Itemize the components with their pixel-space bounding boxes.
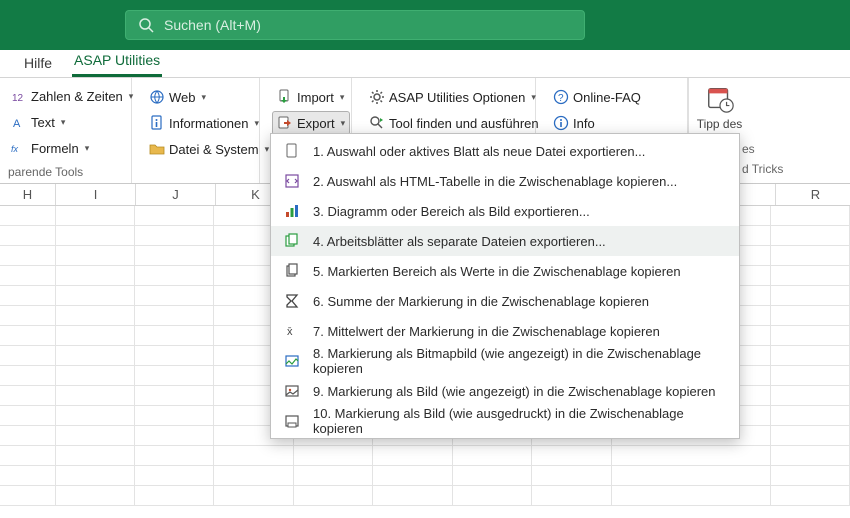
print-image-icon [283, 412, 301, 430]
globe-icon [149, 89, 165, 105]
folder-icon [149, 141, 165, 157]
menu-values-clipboard[interactable]: 5. Markierten Bereich als Werte in die Z… [271, 256, 739, 286]
calendar-clock-icon [705, 84, 735, 114]
menu-export-selection-newfile[interactable]: 1. Auswahl oder aktives Blatt als neue D… [271, 136, 739, 166]
svg-text:A: A [13, 118, 21, 130]
fx-icon: fx [11, 140, 27, 156]
search-placeholder: Suchen (Alt+M) [164, 17, 261, 33]
svg-text:fx: fx [11, 144, 19, 154]
import-icon [277, 89, 293, 105]
tab-asap-utilities[interactable]: ASAP Utilities [72, 48, 162, 77]
html-icon [283, 172, 301, 190]
chart-icon [283, 202, 301, 220]
menu-image-printed-clipboard[interactable]: 10. Markierung als Bild (wie ausgedruckt… [271, 406, 739, 436]
menu-html-table-clipboard[interactable]: 2. Auswahl als HTML-Tabelle in die Zwisc… [271, 166, 739, 196]
tab-strip: Hilfe ASAP Utilities [0, 50, 850, 78]
export-icon [277, 115, 293, 131]
import-button[interactable]: Import▾ [272, 85, 349, 109]
search-box[interactable]: Suchen (Alt+M) [125, 10, 585, 40]
col-J[interactable]: J [136, 184, 216, 205]
formulas-button[interactable]: fxFormeln▾ [6, 136, 94, 160]
gear-icon [369, 89, 385, 105]
menu-sheets-separate-files[interactable]: 4. Arbeitsblätter als separate Dateien e… [271, 226, 739, 256]
menu-image-displayed-clipboard[interactable]: 9. Markierung als Bild (wie angezeigt) i… [271, 376, 739, 406]
menu-average-clipboard[interactable]: x̄ 7. Mittelwert der Markierung in die Z… [271, 316, 739, 346]
online-faq-button[interactable]: ?Online-FAQ [548, 85, 646, 109]
find-tool-button[interactable]: Tool finden und ausführen [364, 111, 544, 135]
numbers-times-button[interactable]: 12Zahlen & Zeiten▾ [6, 85, 138, 109]
copy-icon [283, 262, 301, 280]
col-H[interactable]: H [0, 184, 56, 205]
export-dropdown-menu: 1. Auswahl oder aktives Blatt als neue D… [270, 133, 740, 439]
text-icon: A [11, 115, 27, 131]
group-label-sparing: parende Tools [2, 161, 121, 183]
menu-bitmap-clipboard[interactable]: 8. Markierung als Bitmapbild (wie angeze… [271, 346, 739, 376]
menu-chart-image-export[interactable]: 3. Diagramm oder Bereich als Bild export… [271, 196, 739, 226]
information-button[interactable]: Informationen▾ [144, 111, 264, 135]
ribbon: 12Zahlen & Zeiten▾ AText▾ fxFormeln▾ par… [0, 78, 850, 184]
sheets-icon [283, 232, 301, 250]
title-bar: Suchen (Alt+M) [0, 0, 850, 50]
file-system-button[interactable]: Datei & System▾ [144, 137, 274, 161]
svg-text:?: ? [558, 93, 564, 104]
svg-text:12: 12 [12, 93, 24, 104]
doc-icon [283, 142, 301, 160]
col-R[interactable]: R [776, 184, 850, 205]
question-icon: ? [553, 89, 569, 105]
asap-options-button[interactable]: ASAP Utilities Optionen▾ [364, 85, 541, 109]
col-I[interactable]: I [56, 184, 136, 205]
export-button[interactable]: Export▾ [272, 111, 350, 135]
average-icon: x̄ [283, 322, 301, 340]
sigma-icon [283, 292, 301, 310]
tab-help[interactable]: Hilfe [22, 51, 54, 77]
image-icon [283, 382, 301, 400]
svg-text:x̄: x̄ [287, 326, 293, 338]
numbers-icon: 12 [11, 89, 27, 105]
info-button[interactable]: Info [548, 111, 600, 135]
text-button[interactable]: AText▾ [6, 111, 70, 135]
clipped-text-es: es [742, 142, 755, 156]
info-icon [553, 115, 569, 131]
menu-sum-clipboard[interactable]: 6. Summe der Markierung in die Zwischena… [271, 286, 739, 316]
web-button[interactable]: Web▾ [144, 85, 211, 109]
search-icon [138, 17, 154, 33]
bitmap-icon [283, 352, 301, 370]
search-run-icon [369, 115, 385, 131]
info-doc-icon [149, 115, 165, 131]
clipped-text-tricks: d Tricks [742, 162, 783, 176]
